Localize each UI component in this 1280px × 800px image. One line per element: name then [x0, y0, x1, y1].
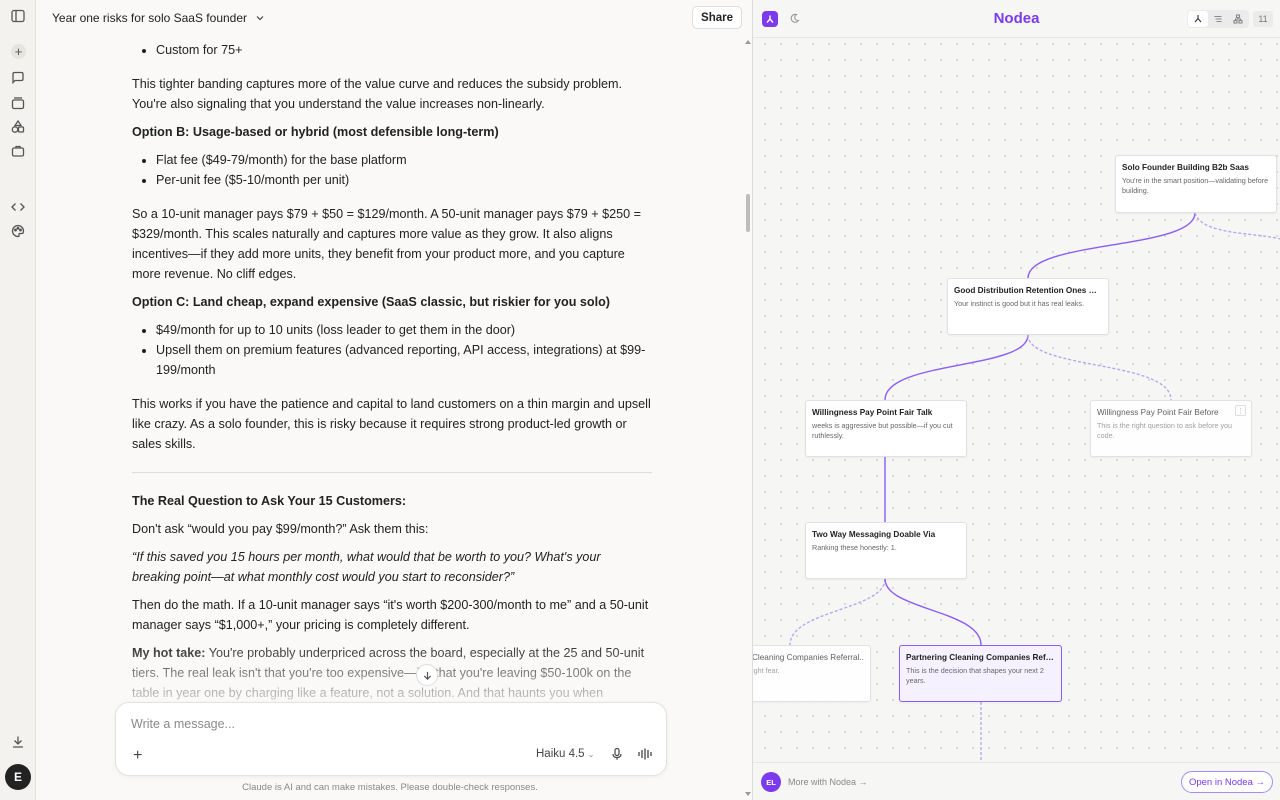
list-item: Per-unit fee ($5-10/month per unit)	[156, 170, 652, 190]
node-description: This is the right question to ask before…	[1097, 421, 1233, 440]
chat-pane: Year one risks for solo SaaS founder Sha…	[36, 0, 752, 800]
node-title: Cleaning Companies Referral...	[753, 653, 864, 662]
quote-paragraph: “If this saved you 15 hours per month, w…	[132, 550, 601, 584]
node-title: Partnering Cleaning Companies Referral..…	[906, 653, 1055, 662]
node-description: Ranking these honestly: 1.	[812, 543, 897, 552]
option-c-heading: Option C: Land cheap, expand expensive (…	[132, 295, 610, 309]
nodea-panel: Nodea 11 Solo Founder Building B2b Saas …	[753, 0, 1280, 800]
nodea-footer: EL More with Nodea → Open in Nodea →	[753, 762, 1280, 800]
scroll-up-arrow[interactable]	[745, 40, 751, 44]
node-title: Solo Founder Building B2b Saas	[1122, 163, 1249, 172]
hot-take-text: You're probably underpriced across the b…	[132, 646, 645, 700]
paragraph: Then do the math. If a 10-unit manager s…	[132, 598, 649, 632]
list-item: $49/month for up to 10 units (loss leade…	[156, 320, 652, 340]
option-b-heading: Option B: Usage-based or hybrid (most de…	[132, 125, 499, 139]
scroll-to-bottom-button[interactable]	[416, 664, 438, 686]
node-description: weeks is aggressive but possible—if you …	[812, 421, 953, 440]
more-with-nodea-link[interactable]: More with Nodea →	[788, 777, 868, 787]
node-title: Willingness Pay Point Fair Before	[1097, 408, 1219, 417]
arrow-down-icon	[423, 671, 431, 680]
paragraph: This tighter banding captures more of th…	[132, 77, 623, 111]
node-title: Good Distribution Retention Ones Keep...	[954, 286, 1102, 295]
graph-node[interactable]: Two Way Messaging Doable Via Ranking the…	[805, 522, 967, 579]
list-view-icon[interactable]	[1208, 11, 1228, 27]
tree-view-icon[interactable]	[1188, 11, 1208, 27]
add-attachment-icon[interactable]: +	[133, 747, 142, 765]
hot-take-paragraph: My hot take: You're probably underpriced…	[132, 643, 652, 703]
hot-take-label: My hot take:	[132, 646, 206, 660]
message-input[interactable]: Write a message...	[131, 717, 235, 731]
graph-node[interactable]: Solo Founder Building B2b Saas You're in…	[1115, 155, 1277, 213]
node-title: Willingness Pay Point Fair Talk	[812, 408, 933, 417]
user-avatar[interactable]: E	[5, 764, 31, 790]
divider	[132, 472, 652, 473]
view-switcher	[1187, 10, 1249, 28]
paragraph: This works if you have the patience and …	[132, 397, 651, 451]
chevron-down-icon[interactable]	[255, 13, 265, 23]
graph-node-selected[interactable]: Partnering Cleaning Companies Referral..…	[899, 645, 1062, 702]
message-composer[interactable]: Write a message... + Haiku 4.5 ⌄	[115, 702, 667, 776]
left-rail: + E	[0, 0, 36, 800]
open-in-nodea-button[interactable]: Open in Nodea →	[1181, 771, 1273, 793]
model-selector[interactable]: Haiku 4.5 ⌄	[536, 748, 595, 760]
microphone-icon[interactable]	[610, 747, 624, 761]
node-count-badge: 11	[1253, 11, 1273, 27]
assistant-message: Custom for 75+ This tighter banding capt…	[132, 40, 652, 711]
chats-icon[interactable]	[10, 70, 26, 86]
node-title: Two Way Messaging Doable Via	[812, 530, 936, 539]
sidebar-toggle-icon[interactable]	[10, 8, 26, 24]
scrollbar-thumb[interactable]	[746, 194, 750, 232]
node-menu-icon[interactable]: ⋮	[1235, 405, 1246, 416]
chevron-down-icon: ⌄	[587, 750, 595, 759]
graph-view-icon[interactable]	[1228, 11, 1248, 27]
list-item: Flat fee ($49-79/month) for the base pla…	[156, 150, 652, 170]
nodea-toolbar: Nodea 11	[753, 0, 1280, 38]
graph-node[interactable]: Good Distribution Retention Ones Keep...…	[947, 278, 1109, 335]
code-icon[interactable]	[10, 199, 26, 215]
scroll-down-arrow[interactable]	[745, 792, 751, 796]
graph-node[interactable]: Willingness Pay Point Fair Talk weeks is…	[805, 400, 967, 457]
graph-node[interactable]: Willingness Pay Point Fair Before This i…	[1090, 400, 1252, 457]
node-description: You're in the smart position—validating …	[1122, 176, 1269, 195]
voice-mode-icon[interactable]	[637, 747, 653, 761]
paragraph: So a 10-unit manager pays $79 + $50 = $1…	[132, 207, 642, 281]
briefcase-icon[interactable]	[10, 143, 26, 159]
real-question-heading: The Real Question to Ask Your 15 Custome…	[132, 494, 407, 508]
list-item: Upsell them on premium features (advance…	[156, 340, 652, 380]
palette-icon[interactable]	[10, 223, 26, 239]
chat-title[interactable]: Year one risks for solo SaaS founder	[52, 11, 247, 25]
projects-icon[interactable]	[10, 95, 26, 111]
share-button[interactable]: Share	[692, 6, 742, 29]
node-description: This is the decision that shapes your ne…	[906, 666, 1044, 685]
chat-header: Year one risks for solo SaaS founder Sha…	[36, 0, 752, 36]
download-icon[interactable]	[10, 734, 26, 750]
paragraph: Don't ask “would you pay $99/month?” Ask…	[132, 522, 429, 536]
model-label: Haiku 4.5	[536, 748, 585, 760]
graph-node[interactable]: Cleaning Companies Referral... ight fear…	[753, 645, 871, 702]
node-description: Your instinct is good but it has real le…	[954, 299, 1084, 308]
artifacts-icon[interactable]	[10, 119, 26, 135]
list-item: Custom for 75+	[156, 40, 652, 60]
node-description: ight fear.	[753, 666, 780, 675]
nodea-user-avatar[interactable]: EL	[761, 772, 781, 792]
disclaimer: Claude is AI and can make mistakes. Plea…	[242, 782, 538, 793]
new-chat-icon[interactable]: +	[11, 44, 26, 59]
